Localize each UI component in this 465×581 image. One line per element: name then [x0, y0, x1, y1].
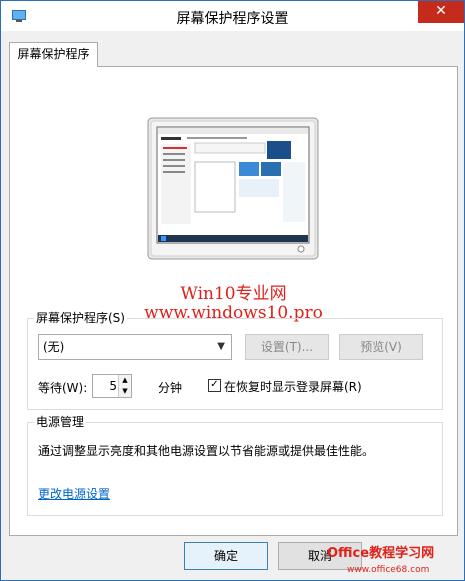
watermark-title: Win10专业网: [180, 284, 287, 304]
settings-button[interactable]: 设置(T)...: [245, 334, 329, 360]
window-title: 屏幕保护程序设置: [176, 11, 289, 27]
site-watermark-url: www.office68.com: [347, 565, 430, 575]
screensaver-group-label: 屏幕保护程序(S): [34, 311, 127, 325]
title-bar[interactable]: 屏幕保护程序设置 ✕: [1, 1, 464, 31]
power-description: 通过调整显示亮度和其他电源设置以节省能源或提供最佳性能。: [38, 444, 375, 458]
site-watermark-logo: Office教程学习网: [327, 546, 435, 561]
screensaver-group: 屏幕保护程序(S) (无) ▼ 设置(T)... 预览(V) 等待(W): 5 …: [27, 311, 443, 410]
wait-stepper[interactable]: 5 ▲ ▼: [92, 374, 132, 398]
chevron-down-icon: ▼: [217, 341, 225, 352]
stepper-down-icon[interactable]: ▼: [118, 386, 131, 397]
resume-logon-label[interactable]: 在恢复时显示登录屏幕(R): [224, 378, 362, 395]
resume-logon-checkbox[interactable]: ✓: [208, 379, 221, 392]
minutes-label: 分钟: [158, 381, 183, 395]
ok-button[interactable]: 确定: [184, 542, 268, 570]
stepper-up-icon[interactable]: ▲: [118, 375, 131, 386]
preview-button[interactable]: 预览(V): [339, 334, 423, 360]
close-button[interactable]: ✕: [418, 1, 464, 23]
power-group: 电源管理 通过调整显示亮度和其他电源设置以节省能源或提供最佳性能。 更改电源设置: [27, 415, 443, 516]
screensaver-select-value: (无): [43, 340, 65, 354]
screensaver-select[interactable]: (无) ▼: [38, 334, 232, 360]
tab-screensaver[interactable]: 屏幕保护程序: [9, 42, 98, 67]
wait-stepper-value[interactable]: 5: [109, 379, 117, 393]
power-group-label: 电源管理: [34, 415, 87, 429]
tab-panel: Win10专业网 www.windows10.pro 屏幕保护程序(S) (无)…: [9, 66, 458, 536]
dialog-window: 屏幕保护程序设置 ✕ 屏幕保护程序 Win10专业网 www.windows10…: [0, 0, 465, 581]
change-power-settings-link[interactable]: 更改电源设置: [38, 485, 110, 502]
monitor-preview: [147, 117, 319, 260]
wait-label: 等待(W):: [38, 381, 88, 395]
